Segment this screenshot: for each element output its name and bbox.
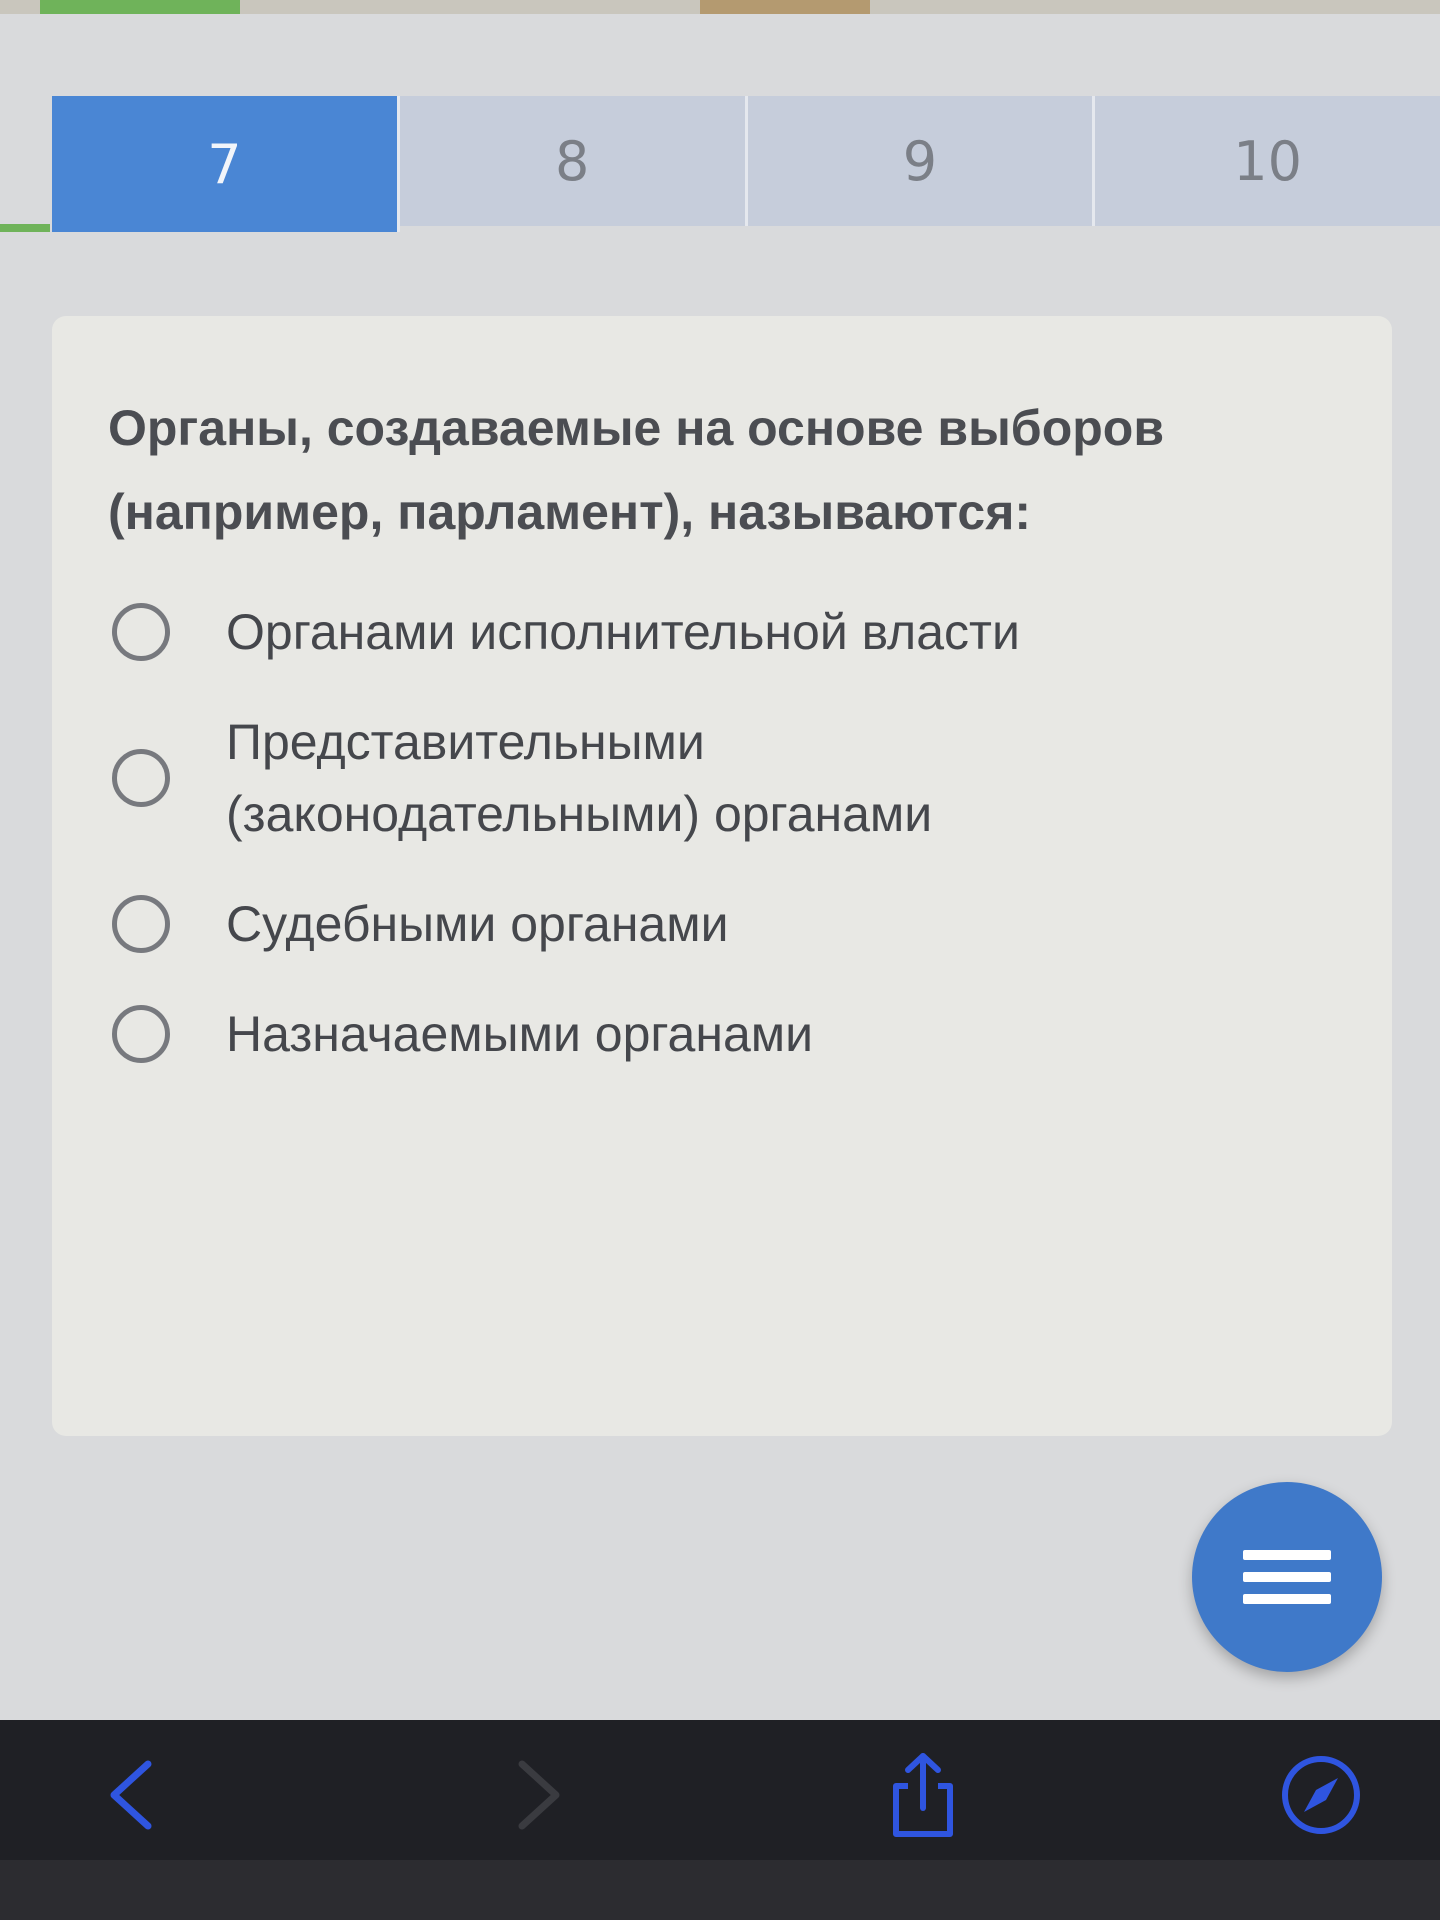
radio-button[interactable] [112,749,170,807]
answer-option-3[interactable]: Судебными органами [112,888,1332,960]
top-accent-tan [700,0,870,14]
answer-label: Судебными органами [226,896,729,952]
answer-label: Назначаемыми органами [226,1006,814,1062]
answer-label: Представительными (законодательными) орг… [226,714,933,842]
browser-toolbar [0,1720,1440,1860]
question-text: Органы, создаваемые на основе выборов (н… [108,400,1165,540]
answer-option-1[interactable]: Органами исполнительной власти [112,596,1332,668]
hamburger-menu-icon [1243,1538,1331,1616]
radio-button[interactable] [112,895,170,953]
radio-button[interactable] [112,1005,170,1063]
radio-button[interactable] [112,603,170,661]
share-icon [893,1753,953,1837]
forward-button[interactable] [490,1750,580,1840]
top-accent-green [40,0,240,14]
tab-question-7[interactable]: 7 [52,96,400,232]
back-button[interactable] [90,1750,180,1840]
answer-label: Органами исполнительной власти [226,604,1020,660]
tab-question-10[interactable]: 10 [1095,96,1440,226]
question-card: Органы, создаваемые на основе выборов (н… [52,316,1392,1436]
forward-arrow-icon [518,1760,560,1830]
share-button[interactable] [878,1750,968,1840]
safari-button[interactable] [1276,1750,1366,1840]
answer-options: Органами исполнительной власти Представи… [112,596,1332,1108]
answer-option-2[interactable]: Представительными (законодательными) орг… [112,706,1332,850]
back-arrow-icon [110,1760,152,1830]
top-strip [0,0,1440,14]
tab-question-8[interactable]: 8 [399,96,748,226]
compass-icon [1282,1756,1360,1834]
bottom-edge [0,1860,1440,1920]
question-tabs: 7 8 9 10 [52,96,1440,232]
answer-option-4[interactable]: Назначаемыми органами [112,998,1332,1070]
side-accent-green [0,224,50,232]
tab-question-9[interactable]: 9 [747,96,1096,226]
menu-button[interactable] [1192,1482,1382,1672]
